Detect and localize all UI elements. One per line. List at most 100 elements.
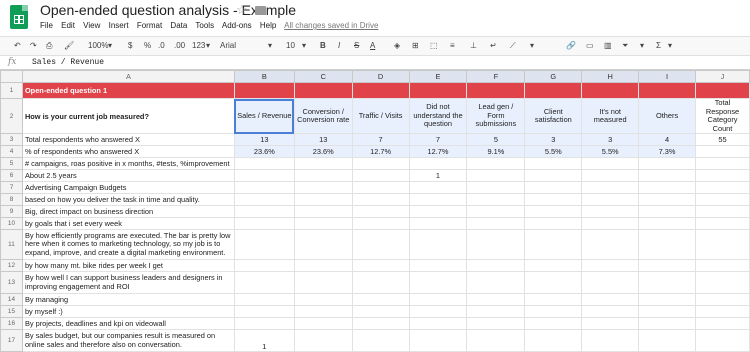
- menu-help[interactable]: Help: [260, 21, 276, 30]
- cell[interactable]: [466, 229, 526, 260]
- cell[interactable]: [524, 305, 583, 318]
- cell[interactable]: [408, 329, 468, 352]
- cell-a17[interactable]: By sales budget, but our companies resul…: [21, 329, 235, 352]
- cell[interactable]: [351, 259, 410, 272]
- cell[interactable]: [351, 317, 410, 330]
- cell-d2[interactable]: Traffic / Visits: [351, 98, 410, 134]
- menu-format[interactable]: Format: [137, 21, 162, 30]
- cell[interactable]: [466, 181, 526, 194]
- cell[interactable]: [524, 169, 583, 182]
- row-header[interactable]: 14: [0, 293, 23, 306]
- cell[interactable]: [581, 217, 640, 230]
- merge-cells-icon[interactable]: ⬚: [430, 41, 438, 50]
- cell[interactable]: [466, 329, 526, 352]
- cell[interactable]: [293, 181, 353, 194]
- cell[interactable]: [524, 271, 583, 294]
- cell-f2[interactable]: Lead gen / Form submissions: [466, 98, 526, 134]
- strikethrough-button[interactable]: S: [354, 41, 359, 50]
- cell-c3[interactable]: 13: [293, 133, 353, 146]
- comment-icon[interactable]: ▭: [586, 41, 594, 50]
- functions-icon[interactable]: Σ: [656, 41, 661, 50]
- cell[interactable]: [638, 259, 696, 272]
- cell[interactable]: [408, 271, 468, 294]
- cell[interactable]: [524, 157, 583, 170]
- row-header[interactable]: 11: [0, 229, 23, 260]
- increase-decimal-button[interactable]: .00: [174, 41, 185, 50]
- cell[interactable]: [293, 205, 353, 218]
- cell[interactable]: [293, 217, 353, 230]
- cell[interactable]: [695, 293, 750, 306]
- cell-a11[interactable]: By how efficiently programs are executed…: [21, 229, 235, 260]
- cell[interactable]: [581, 205, 640, 218]
- cell-i4[interactable]: 7.3%: [638, 145, 696, 158]
- row-header[interactable]: 17: [0, 329, 23, 352]
- cell[interactable]: [351, 217, 410, 230]
- cell-a2[interactable]: How is your current job measured?: [21, 98, 235, 134]
- cell-a6[interactable]: About 2.5 years: [21, 169, 235, 182]
- cell[interactable]: [695, 169, 750, 182]
- redo-icon[interactable]: ↷: [30, 41, 37, 50]
- column-header-b[interactable]: B: [233, 70, 295, 83]
- row-header[interactable]: 3: [0, 133, 23, 146]
- cell[interactable]: [408, 317, 468, 330]
- menu-file[interactable]: File: [40, 21, 53, 30]
- cell[interactable]: [293, 193, 353, 206]
- cell[interactable]: [695, 259, 750, 272]
- percent-format-button[interactable]: %: [144, 41, 151, 50]
- cell[interactable]: [638, 329, 696, 352]
- sheets-logo-icon[interactable]: [10, 5, 28, 29]
- cell[interactable]: [638, 181, 696, 194]
- select-all-corner[interactable]: [0, 70, 23, 83]
- cell-d4[interactable]: 12.7%: [351, 145, 410, 158]
- cell[interactable]: [581, 329, 640, 352]
- cell[interactable]: [233, 205, 295, 218]
- cell[interactable]: [351, 181, 410, 194]
- cell[interactable]: [408, 259, 468, 272]
- font-select[interactable]: Arial: [220, 41, 236, 50]
- cell[interactable]: [408, 205, 468, 218]
- column-header-j[interactable]: J: [695, 70, 750, 83]
- cell[interactable]: [581, 157, 640, 170]
- cell-a13[interactable]: By how well I can support business leade…: [21, 271, 235, 294]
- cell[interactable]: [581, 169, 640, 182]
- cell-h2[interactable]: It's not measured: [581, 98, 640, 134]
- cell[interactable]: [638, 193, 696, 206]
- cell[interactable]: [695, 329, 750, 352]
- cell[interactable]: [233, 169, 295, 182]
- link-icon[interactable]: 🔗: [566, 41, 576, 50]
- row-header[interactable]: 13: [0, 271, 23, 294]
- cell-e4[interactable]: 12.7%: [408, 145, 468, 158]
- cell[interactable]: [581, 181, 640, 194]
- spreadsheet-grid[interactable]: A B C D E F G H I J 1 Open-ended questio…: [0, 70, 750, 352]
- cell-a10[interactable]: by goals that i set every week: [21, 217, 235, 230]
- cell-a16[interactable]: By projects, deadlines and kpi on videow…: [21, 317, 235, 330]
- chart-icon[interactable]: ▥: [604, 41, 612, 50]
- cell[interactable]: [233, 181, 295, 194]
- cell-a3[interactable]: Total respondents who answered X: [21, 133, 235, 146]
- fill-color-icon[interactable]: ◈: [394, 41, 400, 50]
- cell[interactable]: [466, 271, 526, 294]
- text-wrap-icon[interactable]: ↵: [490, 41, 497, 50]
- menu-view[interactable]: View: [83, 21, 100, 30]
- row-header[interactable]: 8: [0, 193, 23, 206]
- cell[interactable]: [408, 293, 468, 306]
- row-header[interactable]: 5: [0, 157, 23, 170]
- cell[interactable]: [524, 193, 583, 206]
- cell-c4[interactable]: 23.6%: [293, 145, 353, 158]
- column-header-c[interactable]: C: [293, 70, 353, 83]
- cell[interactable]: [466, 217, 526, 230]
- cell[interactable]: [351, 293, 410, 306]
- cell-b2[interactable]: Sales / Revenue: [233, 98, 295, 134]
- cell[interactable]: [233, 305, 295, 318]
- cell[interactable]: [408, 82, 468, 99]
- cell[interactable]: [233, 271, 295, 294]
- cell[interactable]: [524, 205, 583, 218]
- cell[interactable]: [351, 157, 410, 170]
- cell[interactable]: [351, 169, 410, 182]
- decrease-decimal-button[interactable]: .0: [158, 41, 165, 50]
- cell[interactable]: [408, 181, 468, 194]
- cell[interactable]: [638, 305, 696, 318]
- cell-j4[interactable]: [695, 145, 750, 158]
- cell[interactable]: [293, 305, 353, 318]
- cell[interactable]: [638, 217, 696, 230]
